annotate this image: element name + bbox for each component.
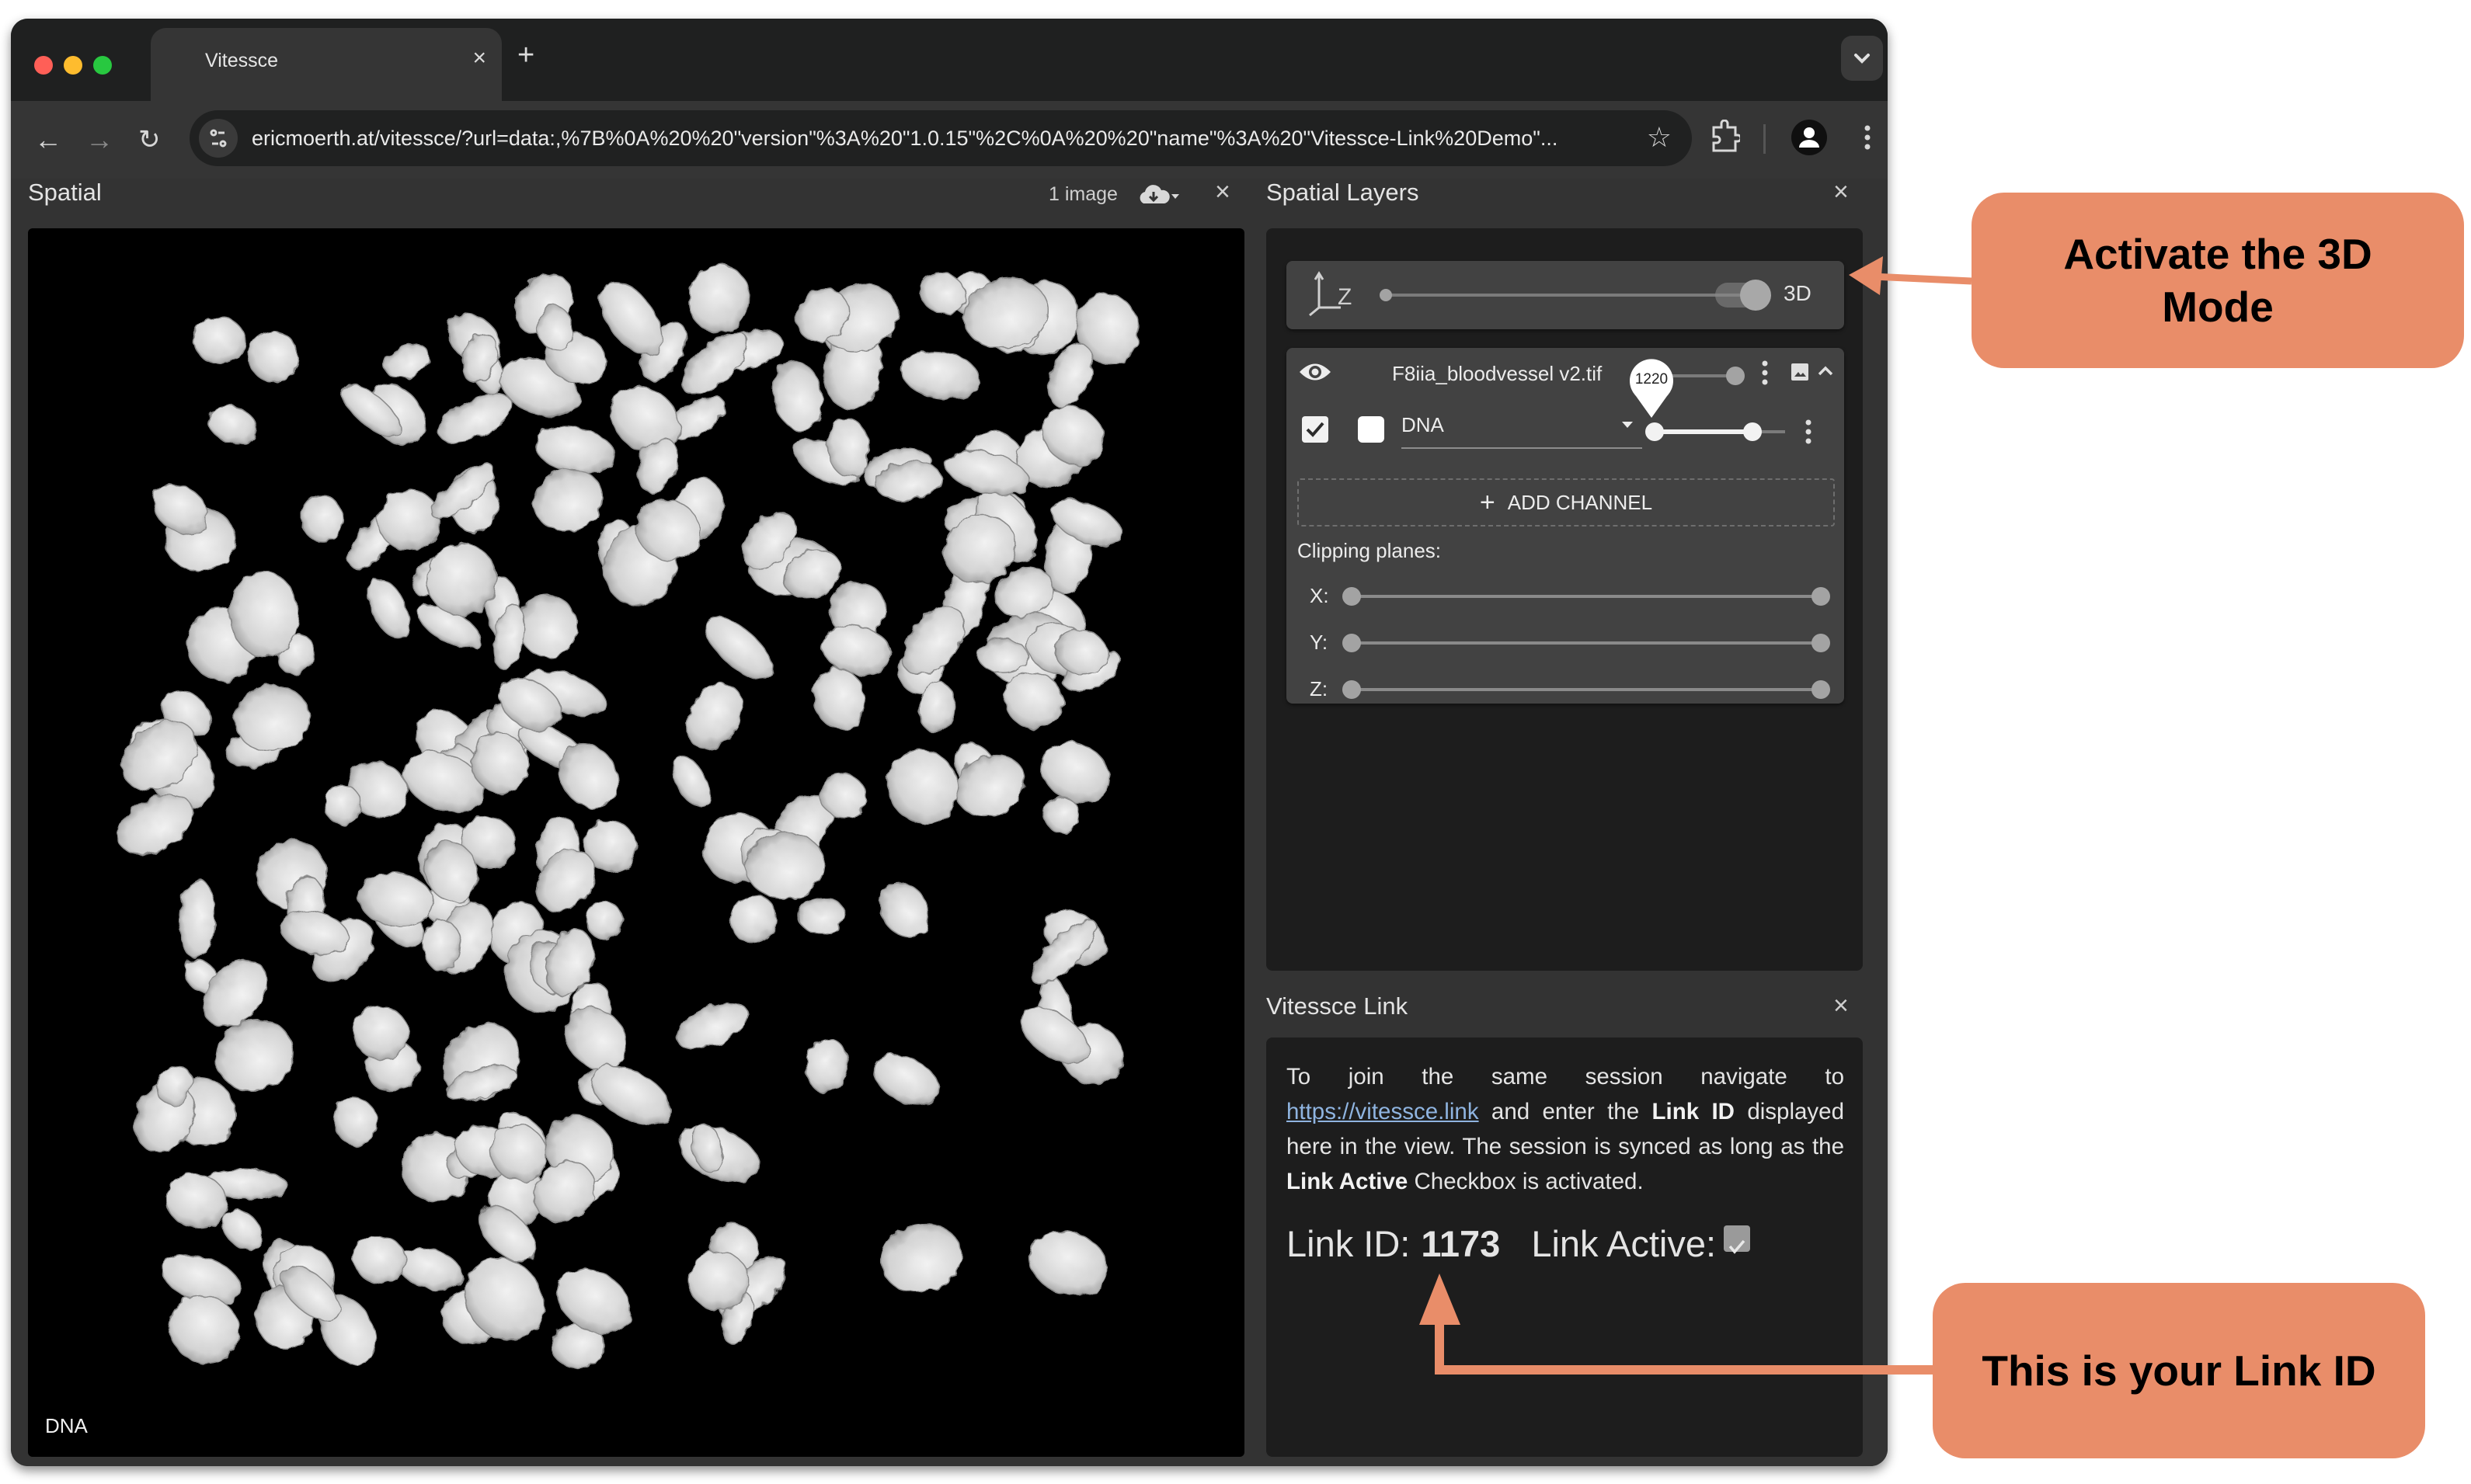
arrow-link-shaft: [1435, 1320, 1933, 1375]
arrow-link-head: [1419, 1274, 1460, 1325]
arrow-3d-shaft: [1871, 273, 1972, 285]
arrow-3d-head: [1849, 256, 1883, 295]
callout-activate-3d: Activate the 3D Mode: [1972, 193, 2464, 368]
callout-link-id: This is your Link ID: [1933, 1283, 2425, 1458]
